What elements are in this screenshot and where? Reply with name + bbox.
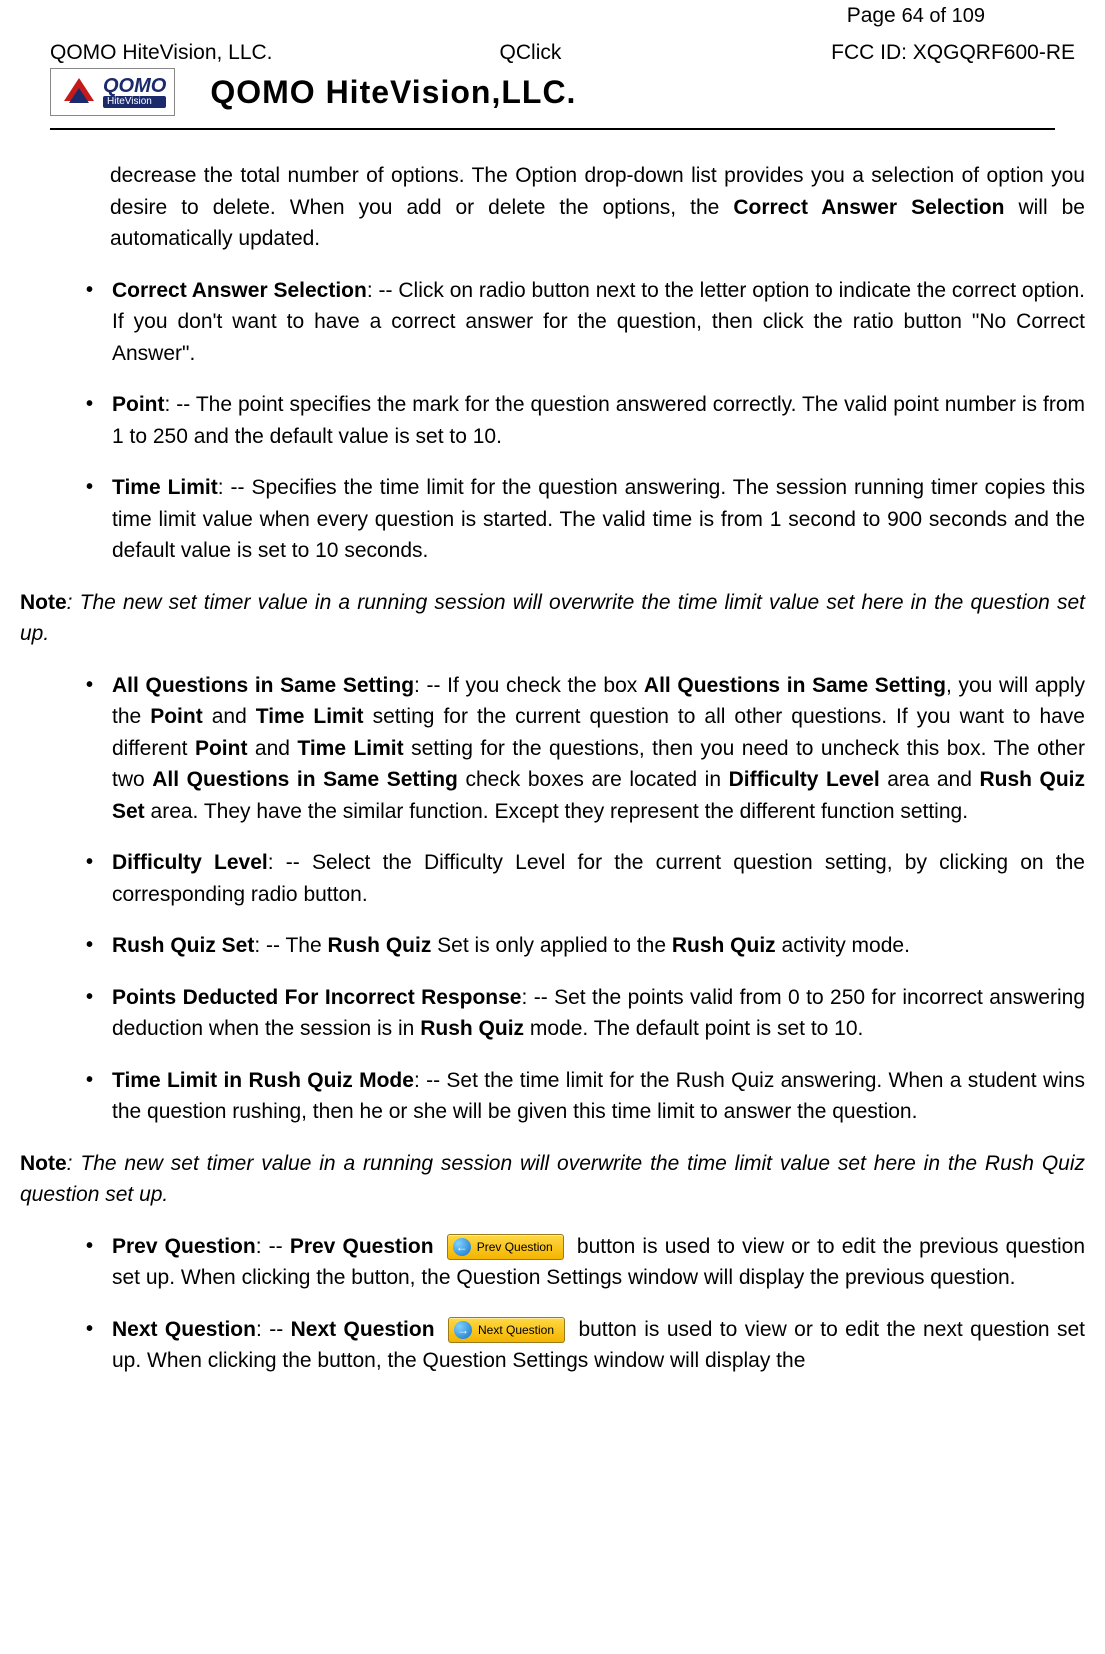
header-left: QOMO HiteVision, LLC. [50, 37, 370, 69]
next-question-button[interactable]: → Next Question [448, 1317, 565, 1343]
bullet-next-question: Next Question: -- Next Question → Next Q… [80, 1314, 1085, 1377]
page-label: Page [847, 4, 902, 27]
logo-icon [59, 73, 99, 111]
page-number-line: Page 64 of 109 [20, 0, 1085, 32]
logo-row: QOMO HiteVision QOMO HiteVision,LLC. [20, 68, 1085, 128]
bullet-point: Point: -- The point specifies the mark f… [80, 389, 1085, 452]
next-button-label: Next Question [478, 1321, 554, 1339]
bullets-section-c: Prev Question: -- Prev Question ← Prev Q… [20, 1231, 1085, 1377]
note-1: Note: The new set timer value in a runni… [20, 587, 1085, 650]
bullet-all-questions-same: All Questions in Same Setting: -- If you… [80, 670, 1085, 828]
prev-button-label: Prev Question [477, 1238, 553, 1256]
arrow-left-icon: ← [453, 1238, 471, 1256]
company-title: QOMO HiteVision,LLC. [210, 68, 576, 116]
page-number: 64 of 109 [902, 5, 985, 27]
logo-brand: QOMO [103, 76, 166, 96]
header-center: QClick [370, 37, 690, 69]
arrow-right-icon: → [454, 1321, 472, 1339]
bullet-time-limit: Time Limit: -- Specifies the time limit … [80, 472, 1085, 567]
bullet-rush-quiz-set: Rush Quiz Set: -- The Rush Quiz Set is o… [80, 930, 1085, 962]
logo: QOMO HiteVision [50, 68, 175, 116]
bullets-section-a: Correct Answer Selection: -- Click on ra… [20, 275, 1085, 567]
intro-paragraph: decrease the total number of options. Th… [20, 160, 1085, 255]
header-separator [50, 128, 1055, 130]
page-header: QOMO HiteVision, LLC. QClick FCC ID: XQG… [20, 32, 1085, 69]
bullets-section-b: All Questions in Same Setting: -- If you… [20, 670, 1085, 1128]
bullet-correct-answer: Correct Answer Selection: -- Click on ra… [80, 275, 1085, 370]
header-right: FCC ID: XQGQRF600-RE [691, 37, 1075, 69]
note-2: Note: The new set timer value in a runni… [20, 1148, 1085, 1211]
bullet-points-deducted: Points Deducted For Incorrect Response: … [80, 982, 1085, 1045]
logo-brand-sub: HiteVision [103, 96, 166, 108]
bullet-prev-question: Prev Question: -- Prev Question ← Prev Q… [80, 1231, 1085, 1294]
bullet-time-limit-rush: Time Limit in Rush Quiz Mode: -- Set the… [80, 1065, 1085, 1128]
prev-question-button[interactable]: ← Prev Question [447, 1234, 564, 1260]
bullet-difficulty-level: Difficulty Level: -- Select the Difficul… [80, 847, 1085, 910]
